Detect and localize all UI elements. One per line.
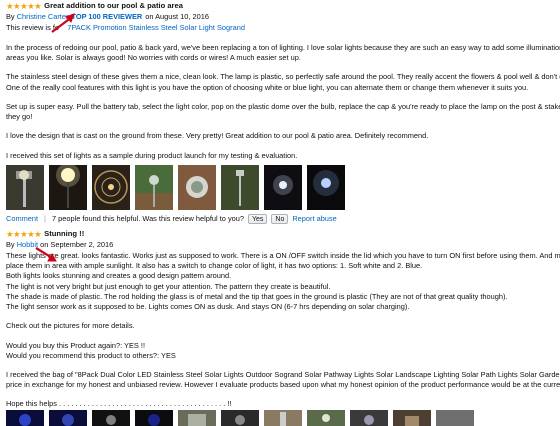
- review-photo[interactable]: [135, 164, 173, 210]
- review-text-line: The light sensor work as it supposed to …: [6, 302, 410, 312]
- review-photo[interactable]: [6, 164, 44, 210]
- review-text-line: The light is not very bright but just en…: [6, 281, 331, 291]
- review-2-image-gallery: [6, 410, 474, 426]
- review-photo[interactable]: [92, 164, 130, 210]
- review-text-line: they go!: [6, 112, 33, 122]
- comment-link[interactable]: Comment: [6, 214, 38, 224]
- review-text-line: areas you like. Solar is always good! No…: [6, 53, 301, 63]
- star-icon: ★: [27, 0, 35, 11]
- review-product-line: This review is fo 7PACK Promotion Stainl…: [6, 23, 560, 34]
- review-text-line: Set up is super easy. Pull the battery t…: [6, 101, 560, 111]
- review-text-line: Check out the pictures for more details.: [6, 321, 135, 331]
- review-photo[interactable]: [436, 410, 474, 426]
- no-button[interactable]: No: [271, 213, 289, 224]
- divider: |: [44, 213, 46, 223]
- review-photo[interactable]: [135, 410, 173, 426]
- review-1: ★ ★ ★ ★ ★ Great addition to our pool & patio…: [0, 0, 560, 225]
- review-photo[interactable]: [6, 410, 44, 426]
- report-abuse-link[interactable]: Report abuse: [292, 214, 336, 224]
- review-text-line: The stainless steel design of these give…: [6, 72, 560, 82]
- author-link[interactable]: Hobbit: [17, 240, 38, 250]
- star-icon: ★: [6, 228, 14, 239]
- review-text-line: These lights are great. looks fantastic.…: [6, 251, 560, 260]
- star-rating[interactable]: ★ ★ ★ ★ ★: [6, 0, 42, 11]
- review-text-line: place them in area with ample sunlight. …: [6, 261, 423, 271]
- review-text-line: One of the really cool features with thi…: [6, 82, 529, 92]
- review-text-line: price in exchange for my honest and unbi…: [6, 380, 560, 390]
- helpful-count: 7 people found this helpful. Was this re…: [51, 213, 244, 223]
- review-photo[interactable]: [307, 410, 345, 426]
- star-icon: ★: [13, 0, 21, 11]
- star-icon: ★: [20, 228, 28, 239]
- by-label: By: [6, 240, 15, 250]
- review-photo[interactable]: [49, 410, 87, 426]
- author-link[interactable]: Christine Carter: [17, 12, 69, 22]
- yes-button[interactable]: Yes: [247, 213, 268, 224]
- review-byline: By Christine Carter TOP 100 REVIEWER on …: [6, 12, 560, 23]
- review-photo[interactable]: [221, 410, 259, 426]
- review-photo[interactable]: [350, 410, 388, 426]
- star-icon: ★: [13, 228, 21, 239]
- review-photo[interactable]: [49, 164, 87, 210]
- product-link[interactable]: 7PACK Promotion Stainless Steel Solar Li…: [67, 23, 245, 33]
- review-photo[interactable]: [178, 410, 216, 426]
- review-text-line: The shade is made of plastic. The rod ho…: [6, 291, 508, 301]
- review-photo[interactable]: [92, 410, 130, 426]
- review-text-line: I received the bag of "8Pack Dual Color …: [6, 369, 560, 379]
- review-text-line: I love the design that is cast on the gr…: [6, 131, 429, 141]
- review-date: on August 10, 2016: [145, 12, 209, 22]
- review-photo[interactable]: [307, 164, 345, 210]
- review-actions: Comment | 7 people found this helpful. W…: [6, 213, 560, 225]
- star-icon: ★: [27, 228, 35, 239]
- review-title-row: ★ ★ ★ ★ ★ Stunning !!: [6, 228, 560, 240]
- review-image-gallery: [6, 164, 560, 210]
- review-photo[interactable]: [264, 410, 302, 426]
- star-icon: ★: [20, 0, 28, 11]
- reviewer-badge[interactable]: TOP 100 REVIEWER: [71, 12, 142, 22]
- review-byline: By Hobbit on September 2, 2016: [6, 240, 560, 251]
- review-photo[interactable]: [393, 410, 431, 426]
- star-icon: ★: [6, 0, 14, 11]
- star-icon: ★: [34, 0, 42, 11]
- review-photo[interactable]: [264, 164, 302, 210]
- star-icon: ★: [34, 228, 42, 239]
- review-text-line: Would you buy this Product again?: YES !…: [6, 340, 145, 350]
- review-title[interactable]: Stunning !!: [44, 229, 84, 239]
- review-title[interactable]: Great addition to our pool & patio area: [44, 1, 183, 11]
- review-text-line: Both lights looks stunning and creates a…: [6, 271, 232, 281]
- review-title-row: ★ ★ ★ ★ ★ Great addition to our pool & patio…: [6, 0, 560, 12]
- review-text-line: Would you recommend this product to othe…: [6, 350, 176, 360]
- review-text-line: Hope this helps . . . . . . . . . . . . …: [6, 399, 232, 409]
- product-prefix: This review is fo: [6, 23, 59, 33]
- review-photo[interactable]: [221, 164, 259, 210]
- review-text-line: I received this set of lights as a sampl…: [6, 150, 298, 160]
- review-photo[interactable]: [178, 164, 216, 210]
- by-label: By: [6, 12, 15, 22]
- review-2: ★ ★ ★ ★ ★ Stunning !! By Hobbit on September…: [0, 228, 560, 410]
- star-rating[interactable]: ★ ★ ★ ★ ★: [6, 228, 42, 239]
- review-text-line: In the process of redoing our pool, pati…: [6, 43, 560, 52]
- review-date: on September 2, 2016: [40, 240, 114, 250]
